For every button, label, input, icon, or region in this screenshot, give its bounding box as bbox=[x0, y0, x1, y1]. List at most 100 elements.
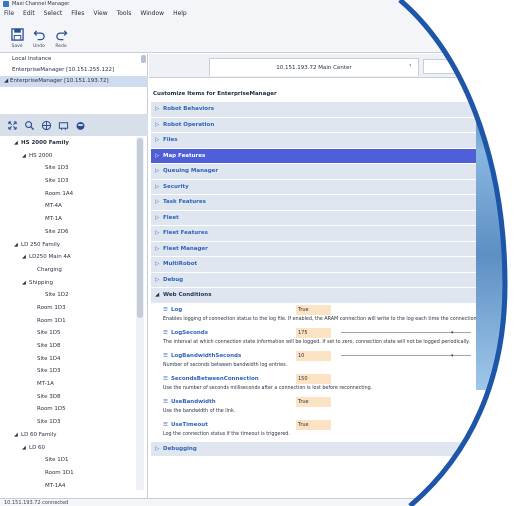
slider-thumb-icon[interactable]: ▾ bbox=[451, 330, 454, 336]
expand-all-button[interactable] bbox=[5, 118, 19, 132]
tab-scroll-left-icon[interactable]: ‹ bbox=[409, 62, 411, 69]
section-header[interactable]: ▷ Files bbox=[151, 133, 530, 149]
section-header[interactable]: ▷ MultiRobot bbox=[151, 257, 530, 273]
tree-toggle-icon[interactable]: ◢ bbox=[22, 277, 29, 290]
section-header[interactable]: ▷ Fleet bbox=[151, 210, 530, 226]
tree-item[interactable]: Site 1D1 bbox=[0, 454, 138, 467]
tree-item[interactable]: Room 1D1 bbox=[0, 315, 138, 328]
tree-toggle-icon[interactable]: ◢ bbox=[22, 150, 29, 163]
tree-item[interactable]: Site 1D2 bbox=[0, 289, 138, 302]
tree-item[interactable]: ◢ LD 60 Family bbox=[0, 429, 138, 442]
tree-item[interactable]: Site 3D8 bbox=[0, 391, 138, 404]
tree-toggle-icon[interactable]: ◢ bbox=[14, 239, 21, 252]
property-value-field[interactable]: 10 bbox=[296, 350, 331, 361]
menu-edit[interactable]: Edit bbox=[23, 8, 35, 20]
collapse-arrow-icon: ▷ bbox=[155, 445, 160, 452]
network-button[interactable] bbox=[39, 118, 53, 132]
tree-item-label: Site 1D3 bbox=[37, 368, 61, 375]
menu-tools[interactable]: Tools bbox=[117, 8, 132, 20]
connection-scrollbar[interactable] bbox=[141, 55, 146, 63]
tree-item[interactable]: Room 1D3 bbox=[0, 302, 138, 315]
section-header[interactable]: ▷ Fleet Manager bbox=[151, 241, 530, 257]
menu-file[interactable]: File bbox=[4, 8, 14, 20]
tree-item[interactable]: Site 1D4 bbox=[0, 353, 138, 366]
tree-item[interactable]: Site 1D8 bbox=[0, 340, 138, 353]
tree-scrollbar-thumb[interactable] bbox=[137, 138, 143, 318]
tree-item[interactable]: Room 1D5 bbox=[0, 403, 138, 416]
connection-label: EnterpriseManager [10.151.193.72] bbox=[9, 78, 109, 84]
search-button[interactable] bbox=[22, 118, 36, 132]
section-header[interactable]: ▷ Security bbox=[151, 179, 530, 195]
collapse-arrow-icon: ▷ bbox=[155, 121, 160, 128]
property-value-field[interactable]: True bbox=[296, 419, 331, 430]
device-button[interactable] bbox=[56, 118, 70, 132]
menu-select[interactable]: Select bbox=[44, 8, 63, 20]
tree-item[interactable]: ◢ LD250 Main 4A bbox=[0, 251, 138, 264]
section-header[interactable]: ▷ Queuing Manager bbox=[151, 164, 530, 180]
section-header[interactable]: ▷ Robot Operation bbox=[151, 117, 530, 133]
tab-main-center[interactable]: 10.151.193.72 Main Center bbox=[209, 58, 419, 76]
tree-item[interactable]: Site 1D3 bbox=[0, 175, 138, 188]
section-label: Security bbox=[163, 183, 189, 190]
slider-thumb-icon[interactable]: ▾ bbox=[451, 353, 454, 359]
tree-item[interactable]: Room 1D1 bbox=[0, 467, 138, 480]
tree-item-label: Shipping bbox=[29, 279, 53, 286]
tree-item[interactable]: MT-4A bbox=[0, 200, 138, 213]
tree-toggle-icon[interactable]: ◢ bbox=[22, 442, 29, 455]
tree-item[interactable]: Site 1D3 bbox=[0, 416, 138, 429]
tree-item[interactable]: ◢ LD 60 bbox=[0, 442, 138, 455]
section-header[interactable]: ▷ Map Features bbox=[151, 148, 530, 164]
property-value-field[interactable]: True bbox=[296, 396, 331, 407]
section-header[interactable]: ▷ Debug bbox=[151, 272, 530, 288]
menu-window[interactable]: Window bbox=[140, 8, 164, 20]
property-name: ☰ UseBandwidth bbox=[163, 399, 216, 405]
section-header[interactable]: ◢ Web Conditions bbox=[151, 288, 530, 304]
tree-item-label: Room 1A4 bbox=[45, 190, 74, 197]
connection-item-selected[interactable]: ◢ EnterpriseManager [10.151.193.72] bbox=[0, 76, 148, 87]
tree-toggle-icon[interactable]: ◢ bbox=[14, 429, 21, 442]
property-value-field[interactable]: 150 bbox=[296, 373, 331, 384]
robot-button[interactable] bbox=[73, 118, 87, 132]
tree-item[interactable]: MT-1A bbox=[0, 378, 138, 391]
undo-button[interactable]: Undo bbox=[28, 20, 50, 51]
tree-item-label: Site 1D1 bbox=[45, 457, 69, 464]
property-name-text: UseBandwidth bbox=[170, 398, 216, 405]
status-text: 10.151.193.72 connected bbox=[4, 500, 69, 506]
tree-item[interactable]: Site 1D3 bbox=[0, 162, 138, 175]
tree-item[interactable]: ◢ HS 2000 bbox=[0, 150, 138, 163]
tree-item[interactable]: Charging bbox=[0, 264, 138, 277]
property-description: Number of seconds between bandwidth log … bbox=[163, 362, 288, 368]
tree-item[interactable]: Site 1D5 bbox=[0, 327, 138, 340]
collapse-arrow-icon: ▷ bbox=[155, 276, 160, 283]
tree-item[interactable]: ◢ LD 250 Family bbox=[0, 239, 138, 252]
section-header[interactable]: ▷ Task Features bbox=[151, 195, 530, 211]
property-name: ☰ UseTimeout bbox=[163, 422, 208, 428]
property-row: ☰ LogSeconds 175 ▾ The interval at which con… bbox=[151, 326, 530, 350]
section-header[interactable]: ▷ Fleet Features bbox=[151, 226, 530, 242]
tree-item-label: LD 60 bbox=[29, 444, 46, 451]
tree-item[interactable]: ◢ HS 2000 Family bbox=[0, 137, 138, 150]
menu-files[interactable]: Files bbox=[71, 8, 84, 20]
tree-item[interactable]: ◢ Shipping bbox=[0, 277, 138, 290]
section-label: Files bbox=[163, 137, 178, 143]
property-icon: ☰ bbox=[163, 375, 168, 382]
tree-item[interactable]: Room 1A4 bbox=[0, 188, 138, 201]
section-header[interactable]: ▷ Robot Behaviors bbox=[151, 102, 530, 118]
tree-item[interactable]: MT-1A4 bbox=[0, 480, 138, 490]
property-value-field[interactable]: True bbox=[296, 304, 331, 315]
property-icon: ☰ bbox=[163, 398, 168, 405]
tree-item[interactable]: Site 1D3 bbox=[0, 365, 138, 378]
tree-item[interactable]: MT-1A bbox=[0, 213, 138, 226]
collapse-arrow-icon: ▷ bbox=[155, 168, 160, 174]
redo-button[interactable]: Redo bbox=[50, 20, 72, 51]
connection-item[interactable]: Local Instance bbox=[0, 54, 148, 65]
property-value-field[interactable]: 175 bbox=[296, 327, 331, 338]
menu-view[interactable]: View bbox=[93, 8, 107, 20]
tree-toggle-icon[interactable]: ◢ bbox=[14, 137, 21, 150]
menu-help[interactable]: Help bbox=[173, 8, 187, 20]
connection-item[interactable]: EnterpriseManager [10.151.255.122] bbox=[0, 65, 148, 76]
tree-item[interactable]: Site 2D6 bbox=[0, 226, 138, 239]
tree-toggle-icon[interactable]: ◢ bbox=[22, 251, 29, 264]
section-debugging[interactable]: ▷ Debugging bbox=[151, 441, 530, 457]
save-button[interactable]: Save bbox=[6, 20, 28, 51]
